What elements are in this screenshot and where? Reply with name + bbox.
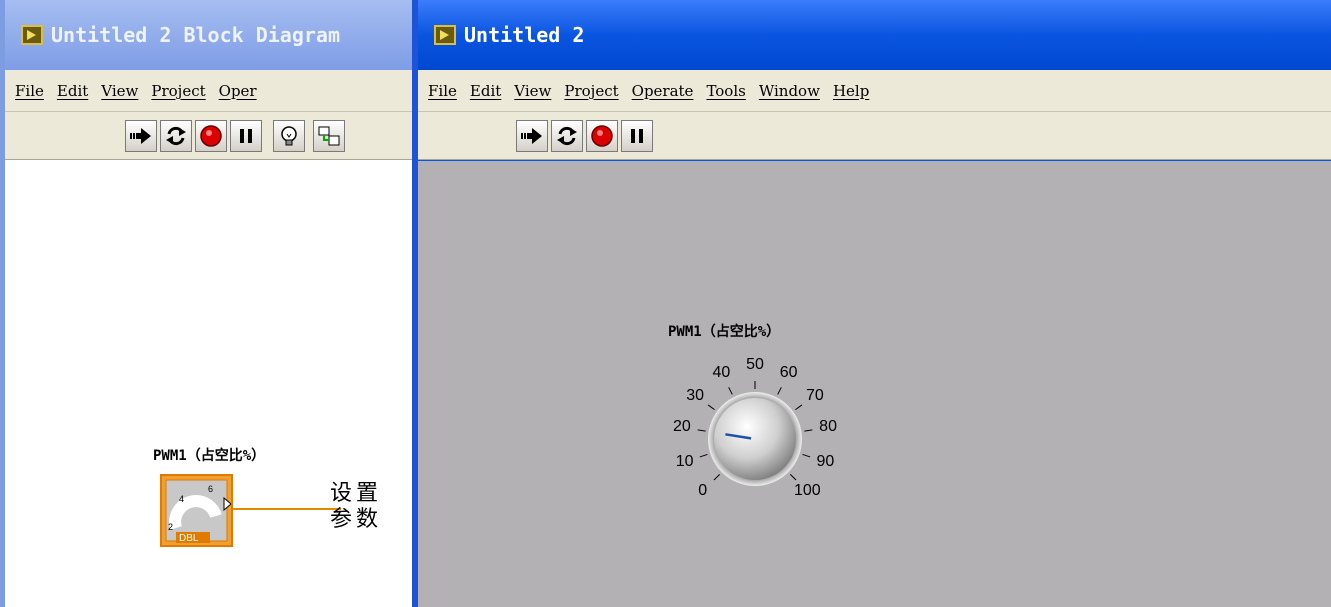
front-panel-title: Untitled 2 bbox=[464, 23, 585, 47]
pause-icon bbox=[631, 129, 643, 143]
abort-icon bbox=[591, 125, 613, 147]
knob-tick bbox=[697, 429, 706, 432]
knob-terminal[interactable]: 2 4 6 DBL bbox=[160, 474, 233, 547]
abort-button[interactable] bbox=[195, 120, 227, 152]
menu-project[interactable]: Project bbox=[564, 82, 618, 100]
knob-scale-label: 0 bbox=[698, 482, 708, 500]
block-diagram-titlebar[interactable]: Untitled 2 Block Diagram bbox=[5, 0, 412, 70]
menu-edit[interactable]: Edit bbox=[470, 82, 501, 100]
note-line-1: 设置 bbox=[330, 481, 383, 506]
knob-tick bbox=[790, 474, 797, 481]
pause-button[interactable] bbox=[230, 120, 262, 152]
block-diagram-menubar: File Edit View Project Oper bbox=[5, 70, 412, 112]
labview-vi-icon bbox=[434, 25, 456, 45]
note-line-2: 参数 bbox=[330, 507, 383, 532]
labview-vi-icon bbox=[21, 25, 43, 45]
menu-tools[interactable]: Tools bbox=[706, 82, 745, 100]
terminal-scale-6: 6 bbox=[208, 484, 213, 494]
knob-scale-label: 30 bbox=[686, 386, 705, 404]
knob-scale-label: 60 bbox=[779, 364, 798, 382]
block-diagram-title: Untitled 2 Block Diagram bbox=[51, 23, 340, 47]
knob-label[interactable]: PWM1（占空比%） bbox=[668, 321, 780, 341]
terminal-type-label: DBL bbox=[179, 533, 199, 544]
menu-view[interactable]: View bbox=[514, 82, 551, 100]
run-arrow-icon bbox=[521, 128, 542, 144]
menu-file[interactable]: File bbox=[428, 82, 457, 100]
menu-operate[interactable]: Oper bbox=[219, 82, 257, 100]
terminal-label[interactable]: PWM1（占空比%） bbox=[153, 445, 265, 465]
knob-tick bbox=[802, 453, 811, 458]
front-panel-window: Untitled 2 File Edit View Project Operat… bbox=[412, 0, 1331, 607]
knob-scale-label: 10 bbox=[675, 452, 694, 470]
menu-help[interactable]: Help bbox=[833, 82, 869, 100]
menu-window[interactable]: Window bbox=[759, 82, 820, 100]
knob-scale-label: 20 bbox=[673, 418, 691, 436]
run-continuously-button[interactable] bbox=[160, 120, 192, 152]
knob-tick bbox=[707, 404, 715, 411]
highlight-execution-button[interactable] bbox=[273, 120, 305, 152]
knob-terminal-icon: 2 4 6 DBL bbox=[165, 479, 232, 544]
terminal-scale-4: 4 bbox=[179, 494, 184, 504]
knob-tick bbox=[699, 453, 708, 458]
menu-edit[interactable]: Edit bbox=[57, 82, 88, 100]
knob-tick bbox=[795, 404, 803, 411]
knob-tick bbox=[728, 387, 733, 395]
knob-dial[interactable] bbox=[618, 346, 858, 536]
pause-button[interactable] bbox=[621, 120, 653, 152]
run-continuously-icon bbox=[166, 126, 186, 146]
note-set-params: 设置 参数 bbox=[330, 481, 382, 533]
knob-scale-label: 40 bbox=[712, 364, 731, 382]
front-panel-toolbar bbox=[418, 112, 1331, 160]
run-continuously-button[interactable] bbox=[551, 120, 583, 152]
knob-tick bbox=[713, 474, 720, 481]
retain-wire-values-button[interactable] bbox=[313, 120, 345, 152]
knob-tick bbox=[804, 429, 813, 432]
knob-body[interactable] bbox=[714, 398, 796, 480]
menu-project[interactable]: Project bbox=[151, 82, 205, 100]
knob-tick bbox=[777, 387, 782, 395]
menu-view[interactable]: View bbox=[101, 82, 138, 100]
block-diagram-toolbar bbox=[5, 112, 412, 160]
menu-file[interactable]: File bbox=[15, 82, 44, 100]
knob-scale-label: 70 bbox=[805, 386, 824, 404]
front-panel-canvas[interactable]: PWM1（占空比%） 0 10 20 30 40 50 60 70 80 90 … bbox=[418, 161, 1331, 607]
knob-control[interactable]: 0 10 20 30 40 50 60 70 80 90 100 bbox=[618, 346, 858, 536]
run-arrow-icon bbox=[130, 128, 151, 144]
run-continuously-icon bbox=[557, 126, 577, 146]
abort-icon bbox=[200, 125, 222, 147]
terminal-scale-2: 2 bbox=[168, 522, 173, 532]
knob-scale-label: 90 bbox=[816, 452, 835, 470]
abort-button[interactable] bbox=[586, 120, 618, 152]
front-panel-menubar: File Edit View Project Operate Tools Win… bbox=[418, 70, 1331, 112]
front-panel-titlebar[interactable]: Untitled 2 bbox=[418, 0, 1331, 70]
wire[interactable] bbox=[233, 506, 343, 512]
retain-wire-values-icon bbox=[318, 126, 340, 146]
pause-icon bbox=[240, 129, 252, 143]
highlight-execution-icon bbox=[281, 126, 297, 146]
block-diagram-canvas[interactable]: PWM1（占空比%） 2 4 6 DBL 设置 参数 bbox=[5, 161, 412, 607]
knob-scale-label: 80 bbox=[819, 418, 837, 436]
run-button[interactable] bbox=[516, 120, 548, 152]
knob-scale-label: 50 bbox=[746, 356, 764, 373]
block-diagram-window: Untitled 2 Block Diagram File Edit View … bbox=[0, 0, 412, 607]
menu-operate[interactable]: Operate bbox=[632, 82, 694, 100]
knob-scale-label: 100 bbox=[793, 482, 821, 500]
run-button[interactable] bbox=[125, 120, 157, 152]
